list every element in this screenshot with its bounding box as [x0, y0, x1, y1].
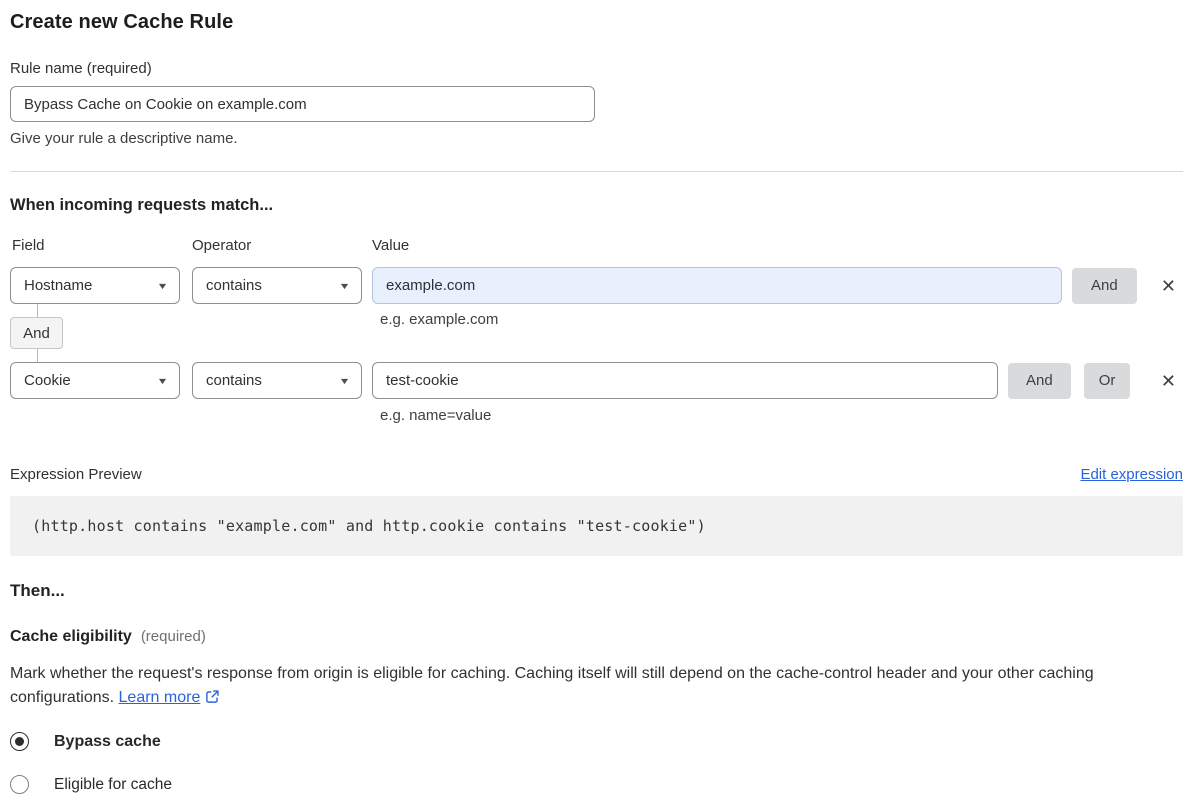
learn-more-link[interactable]: Learn more	[119, 689, 201, 706]
section-divider	[10, 171, 1183, 172]
expression-preview-label: Expression Preview	[10, 466, 142, 483]
expression-code-block: (http.host contains "example.com" and ht…	[10, 496, 1183, 556]
expression-code: (http.host contains "example.com" and ht…	[32, 517, 706, 535]
radio-option-0[interactable]: Bypass cache	[10, 732, 1183, 751]
cache-eligibility-heading: Cache eligibility	[10, 628, 132, 645]
required-note: (required)	[140, 628, 206, 645]
condition-row-1: Hostname ▼ contains ▼ And ✕	[10, 267, 1183, 304]
operator-column-label: Operator	[192, 237, 252, 254]
value-column-label: Value	[372, 237, 410, 254]
operator-select-row2[interactable]: contains ▼	[192, 362, 362, 399]
create-cache-rule-page: Create new Cache Rule Rule name (require…	[0, 0, 1200, 794]
close-icon: ✕	[1160, 370, 1176, 391]
remove-condition-row1-button[interactable]: ✕	[1159, 275, 1178, 297]
chevron-down-icon: ▼	[156, 280, 169, 291]
remove-condition-row2-button[interactable]: ✕	[1159, 370, 1178, 392]
add-and-button-row2[interactable]: And	[1008, 362, 1071, 399]
condition-row-2: Cookie ▼ contains ▼ And Or ✕	[10, 362, 1183, 399]
edit-expression-link[interactable]: Edit expression	[1080, 466, 1183, 483]
value-input-row1[interactable]	[372, 267, 1062, 304]
close-icon: ✕	[1160, 275, 1176, 296]
rule-name-helper: Give your rule a descriptive name.	[10, 130, 238, 147]
value-hint-row1: e.g. example.com	[380, 311, 499, 328]
match-heading: When incoming requests match...	[10, 196, 274, 214]
cache-eligibility-description: Mark whether the request's response from…	[10, 662, 1183, 712]
radio-button-icon[interactable]	[10, 775, 29, 794]
and-connector-button[interactable]: And	[10, 317, 63, 349]
radio-option-1[interactable]: Eligible for cache	[10, 775, 1183, 794]
field-column-label: Field	[12, 237, 45, 254]
value-hint-row2: e.g. name=value	[380, 407, 492, 424]
add-or-button-row2[interactable]: Or	[1083, 362, 1131, 399]
operator-select-row2-value: contains	[206, 372, 262, 389]
external-link-icon	[205, 688, 220, 712]
connector-line-top	[37, 304, 38, 317]
cache-eligibility-heading-row: Cache eligibility (required)	[10, 628, 1183, 646]
radio-option-0-label: Bypass cache	[54, 732, 161, 750]
field-select-row1-value: Hostname	[24, 277, 93, 294]
chevron-down-icon: ▼	[338, 280, 351, 291]
connector-zone: And e.g. example.com	[10, 304, 1183, 362]
radio-button-icon[interactable]	[10, 732, 29, 751]
page-title: Create new Cache Rule	[10, 11, 234, 33]
field-select-row2[interactable]: Cookie ▼	[10, 362, 180, 399]
radio-option-1-label: Eligible for cache	[54, 775, 173, 793]
operator-select-row1-value: contains	[206, 277, 262, 294]
operator-select-row1[interactable]: contains ▼	[192, 267, 362, 304]
then-heading: Then...	[10, 581, 65, 600]
value-input-row2[interactable]	[372, 362, 998, 399]
chevron-down-icon: ▼	[338, 375, 351, 386]
condition-column-labels: Field Operator Value	[10, 237, 1183, 254]
field-select-row2-value: Cookie	[24, 372, 71, 389]
rule-name-input[interactable]	[10, 86, 595, 122]
connector-line-bottom	[37, 349, 38, 362]
expression-header: Expression Preview Edit expression	[10, 466, 1183, 483]
chevron-down-icon: ▼	[156, 375, 169, 386]
add-and-button-row1[interactable]: And	[1072, 267, 1137, 304]
rule-name-label: Rule name (required)	[10, 60, 152, 77]
field-select-row1[interactable]: Hostname ▼	[10, 267, 180, 304]
